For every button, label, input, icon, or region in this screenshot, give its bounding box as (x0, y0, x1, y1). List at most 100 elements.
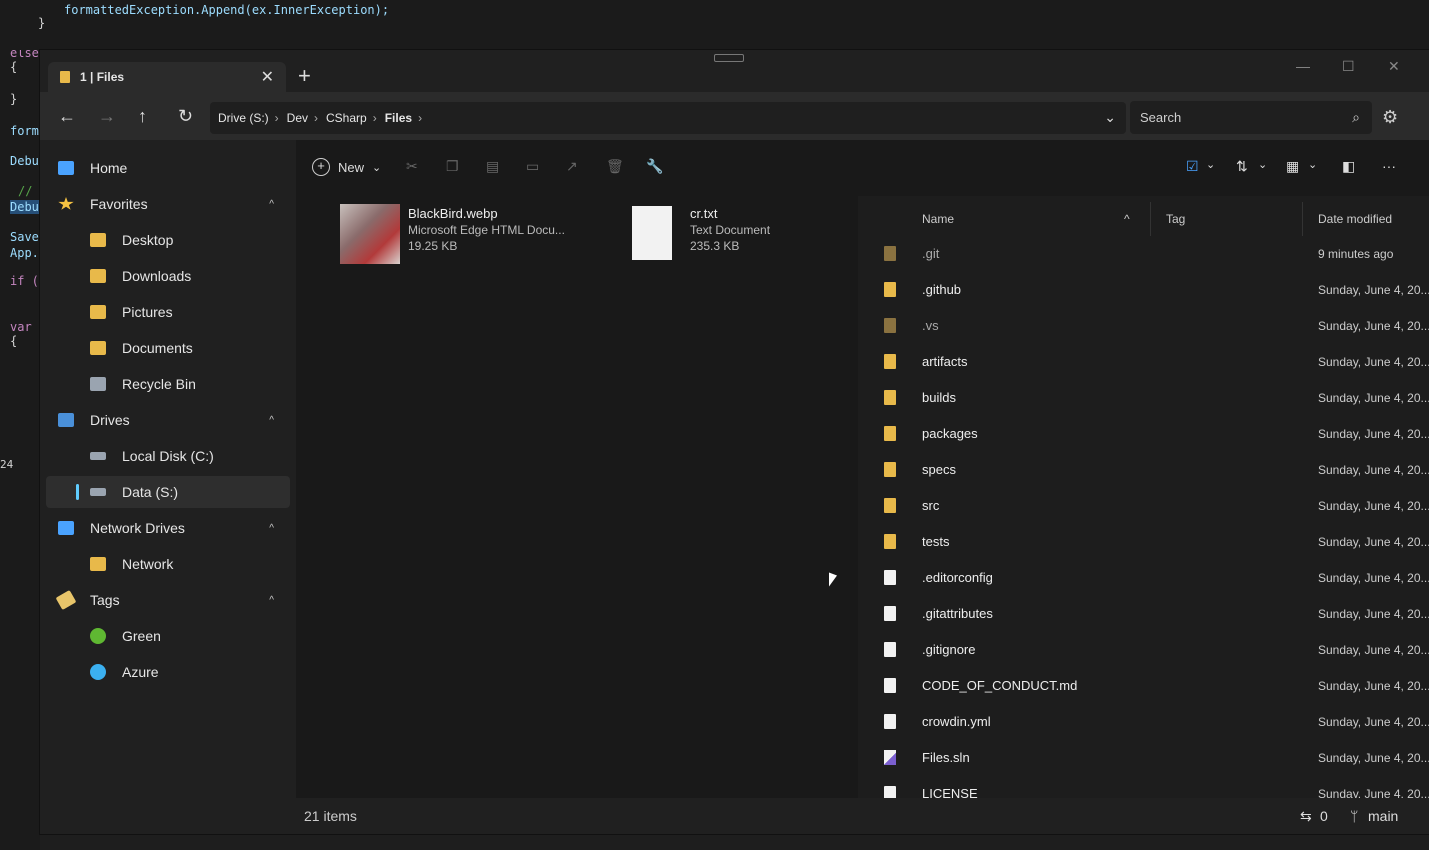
breadcrumb-item[interactable]: Drive (S:) (218, 111, 269, 125)
preview-pane-icon[interactable]: ◧ (1342, 158, 1355, 175)
folder-icon (884, 498, 896, 513)
list-item[interactable]: .gitattributes Sunday, June 4, 20... (858, 596, 1429, 632)
list-item[interactable]: .vs Sunday, June 4, 20... (858, 308, 1429, 344)
network-drives-icon (58, 521, 74, 535)
maximize-button[interactable]: ☐ (1342, 58, 1355, 75)
share-icon[interactable]: ↗ (566, 158, 578, 175)
tab-files[interactable]: 1 | Files ✕ (48, 62, 286, 92)
new-button-label: New (338, 159, 365, 175)
sidebar-item-pictures[interactable]: Pictures (46, 296, 290, 328)
list-item[interactable]: crowdin.yml Sunday, June 4, 20... (858, 704, 1429, 740)
refresh-button[interactable]: ↻ (178, 106, 193, 127)
image-thumbnail (340, 204, 400, 264)
sidebar-item-local-disk-c[interactable]: Local Disk (C:) (46, 440, 290, 472)
minimize-button[interactable]: — (1296, 58, 1310, 74)
column-header-date[interactable]: Date modified (1318, 212, 1392, 226)
sidebar-item-desktop[interactable]: Desktop (46, 224, 290, 256)
column-header-tag[interactable]: Tag (1166, 212, 1185, 226)
sidebar-item-tag-azure[interactable]: Azure (46, 656, 290, 688)
sidebar-section-tags[interactable]: Tags ^ (46, 584, 290, 616)
sidebar-section-favorites[interactable]: Favorites ^ (46, 188, 290, 220)
sidebar-section-drives[interactable]: Drives ^ (46, 404, 290, 436)
list-item-name: .github (922, 282, 962, 297)
column-divider[interactable] (1302, 202, 1303, 236)
chevron-up-icon[interactable]: ^ (269, 415, 274, 426)
more-options-icon[interactable]: ··· (1382, 158, 1396, 174)
layout-icon[interactable]: ▦ (1286, 158, 1299, 175)
back-button[interactable]: ← (58, 106, 76, 127)
chevron-up-icon[interactable]: ^ (269, 595, 274, 606)
list-item[interactable]: .github Sunday, June 4, 20... (858, 272, 1429, 308)
list-item[interactable]: src Sunday, June 4, 20... (858, 488, 1429, 524)
copy-icon[interactable]: ❐ (446, 158, 459, 175)
close-window-button[interactable]: ✕ (1388, 58, 1400, 75)
list-item[interactable]: .git 9 minutes ago (858, 236, 1429, 272)
list-item[interactable]: artifacts Sunday, June 4, 20... (858, 344, 1429, 380)
forward-button[interactable]: → (98, 106, 116, 127)
git-sync-icon[interactable]: ⇆ (1300, 808, 1312, 825)
file-card-name: BlackBird.webp (408, 206, 498, 221)
list-item[interactable]: builds Sunday, June 4, 20... (858, 380, 1429, 416)
chevron-down-icon[interactable]: ⌄ (1258, 158, 1267, 171)
folder-icon (884, 534, 896, 549)
list-item[interactable]: Files.sln Sunday, June 4, 20... (858, 740, 1429, 776)
sidebar-item-tag-green[interactable]: Green (46, 620, 290, 652)
select-icon[interactable]: ☑ (1186, 158, 1199, 175)
list-item[interactable]: CODE_OF_CONDUCT.md Sunday, June 4, 20... (858, 668, 1429, 704)
list-item-date: Sunday, June 4, 20... (1318, 463, 1429, 477)
breadcrumb[interactable]: Drive (S:) › Dev › CSharp › Files › ⌄ (210, 102, 1126, 134)
search-icon[interactable]: ⌕ (1352, 109, 1360, 126)
breadcrumb-item[interactable]: Dev (287, 111, 308, 125)
new-button[interactable]: + New ⌄ (312, 158, 381, 176)
file-card[interactable]: BlackBird.webp Microsoft Edge HTML Docu.… (340, 204, 565, 266)
sidebar-item-downloads[interactable]: Downloads (46, 260, 290, 292)
sort-icon[interactable]: ⇅ (1236, 158, 1248, 175)
search-input[interactable] (1130, 101, 1320, 134)
sidebar-item-home[interactable]: Home (46, 152, 290, 184)
chevron-down-icon[interactable]: ⌄ (1206, 158, 1215, 171)
breadcrumb-item[interactable]: Files (385, 111, 412, 125)
sidebar-item-recycle-bin[interactable]: Recycle Bin (46, 368, 290, 400)
file-icon (884, 642, 896, 657)
chevron-up-icon[interactable]: ^ (269, 199, 274, 210)
list-item-date: Sunday, June 4, 20... (1318, 535, 1429, 549)
rename-icon[interactable]: ▭ (526, 158, 539, 175)
folder-icon (884, 318, 896, 333)
sidebar-item-documents[interactable]: Documents (46, 332, 290, 364)
new-tab-button[interactable]: + (298, 65, 311, 87)
gear-icon[interactable]: ⚙ (1382, 107, 1398, 128)
chevron-down-icon[interactable]: ⌄ (1308, 158, 1317, 171)
column-divider[interactable] (1150, 202, 1151, 236)
chevron-right-icon: › (274, 111, 279, 125)
code-text: formattedException.Append(ex.InnerExcept… (64, 3, 390, 17)
git-branch-name[interactable]: main (1368, 808, 1398, 824)
downloads-folder-icon (90, 269, 106, 283)
file-icon (884, 606, 896, 621)
list-item[interactable]: specs Sunday, June 4, 20... (858, 452, 1429, 488)
paste-icon[interactable]: ▤ (486, 158, 499, 175)
sidebar-item-network[interactable]: Network (46, 548, 290, 580)
chevron-up-icon[interactable]: ^ (269, 523, 274, 534)
list-item[interactable]: tests Sunday, June 4, 20... (858, 524, 1429, 560)
file-card[interactable]: cr.txt Text Document 235.3 KB (622, 204, 770, 266)
properties-wrench-icon[interactable]: 🔧 (646, 158, 663, 175)
list-item-date: Sunday, June 4, 20... (1318, 319, 1429, 333)
close-tab-icon[interactable]: ✕ (261, 67, 274, 87)
column-header-name[interactable]: Name (922, 212, 954, 226)
git-sync-count[interactable]: 0 (1320, 808, 1328, 824)
list-item[interactable]: packages Sunday, June 4, 20... (858, 416, 1429, 452)
breadcrumb-item[interactable]: CSharp (326, 111, 367, 125)
tag-icon (55, 589, 77, 611)
delete-icon[interactable]: 🗑 (606, 158, 624, 175)
search-box[interactable]: ⌕ (1130, 101, 1372, 134)
list-item[interactable]: .gitignore Sunday, June 4, 20... (858, 632, 1429, 668)
cut-icon[interactable]: ✂ (406, 158, 418, 175)
drag-handle[interactable] (714, 54, 744, 62)
up-button[interactable]: ↑ (138, 106, 147, 127)
sidebar-item-data-s[interactable]: Data (S:) (46, 476, 290, 508)
chevron-down-icon[interactable]: ⌄ (1104, 109, 1116, 126)
sort-ascending-icon[interactable]: ^ (1124, 212, 1130, 226)
list-item[interactable]: .editorconfig Sunday, June 4, 20... (858, 560, 1429, 596)
sidebar-section-network-drives[interactable]: Network Drives ^ (46, 512, 290, 544)
git-branch-icon[interactable]: ᛘ (1350, 808, 1358, 824)
